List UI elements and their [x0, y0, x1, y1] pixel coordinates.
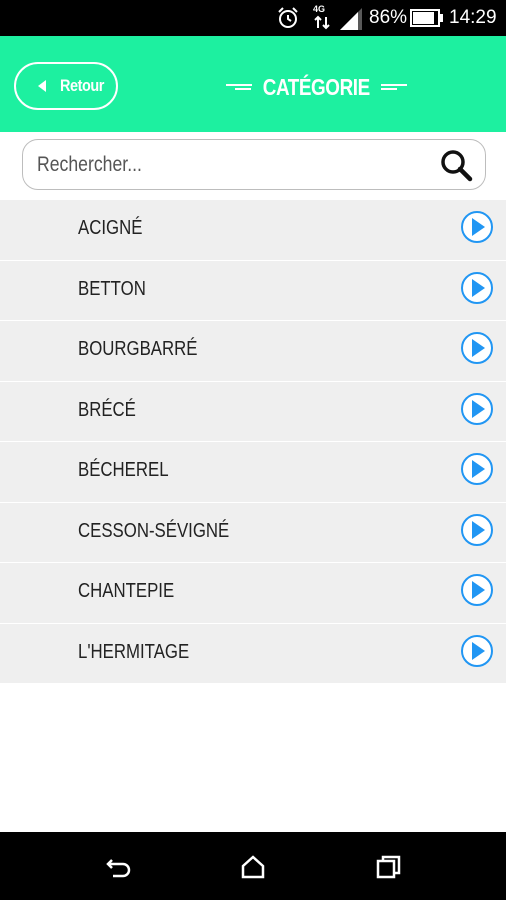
- list-item-label: ACIGNÉ: [78, 217, 143, 239]
- play-circle-icon[interactable]: [460, 392, 494, 426]
- play-circle-icon[interactable]: [460, 331, 494, 365]
- list-item[interactable]: BOURGBARRÉ: [0, 321, 506, 382]
- list-item[interactable]: L'HERMITAGE: [0, 623, 506, 684]
- search-box: [22, 139, 486, 190]
- play-circle-icon[interactable]: [460, 634, 494, 668]
- network-4g-icon: 4G: [312, 4, 332, 30]
- back-button[interactable]: Retour: [14, 62, 118, 110]
- status-bar: 4G 86% 14:29: [0, 0, 506, 36]
- battery-percent: 86%: [369, 7, 408, 28]
- search-input[interactable]: [37, 148, 432, 182]
- list-item[interactable]: ACIGNÉ: [0, 200, 506, 261]
- list-item-label: BRÉCÉ: [78, 398, 136, 421]
- alarm-icon: [278, 7, 298, 28]
- arrow-left-icon: [38, 80, 46, 92]
- list-item[interactable]: CESSON-SÉVIGNÉ: [0, 502, 506, 563]
- title-decoration-left: [226, 82, 252, 92]
- clock: 14:29: [449, 7, 497, 28]
- home-nav-icon[interactable]: [238, 852, 268, 882]
- system-nav-bar: [0, 832, 506, 900]
- battery-icon: [410, 9, 443, 27]
- list-item-label: BOURGBARRÉ: [78, 338, 198, 360]
- app-header: Retour CATÉGORIE: [0, 36, 506, 132]
- list-item[interactable]: BETTON: [0, 260, 506, 321]
- back-button-label: Retour: [60, 76, 105, 95]
- play-circle-icon[interactable]: [460, 271, 494, 305]
- header-title-group: CATÉGORIE: [226, 72, 408, 102]
- back-nav-icon[interactable]: [104, 852, 134, 882]
- play-circle-icon[interactable]: [460, 573, 494, 607]
- search-icon[interactable]: [439, 148, 473, 182]
- list-item-label: L'HERMITAGE: [78, 640, 190, 663]
- signal-icon: [340, 8, 362, 30]
- list-item-label: CHANTEPIE: [78, 580, 175, 602]
- list-item[interactable]: BRÉCÉ: [0, 381, 506, 442]
- page-title: CATÉGORIE: [262, 73, 370, 100]
- list-item-label: BÉCHEREL: [78, 459, 169, 481]
- list-item[interactable]: CHANTEPIE: [0, 563, 506, 624]
- play-circle-icon[interactable]: [460, 513, 494, 547]
- play-circle-icon[interactable]: [460, 210, 494, 244]
- title-decoration-right: [381, 82, 408, 92]
- list-item-label: CESSON-SÉVIGNÉ: [78, 519, 230, 542]
- list-item[interactable]: BÉCHEREL: [0, 442, 506, 503]
- list-item-label: BETTON: [78, 277, 146, 300]
- play-circle-icon[interactable]: [460, 452, 494, 486]
- recents-nav-icon[interactable]: [374, 852, 404, 882]
- category-list: ACIGNÉ BETTON BOURGBARRÉ BRÉCÉ BÉCHEREL CESSO…: [0, 200, 506, 684]
